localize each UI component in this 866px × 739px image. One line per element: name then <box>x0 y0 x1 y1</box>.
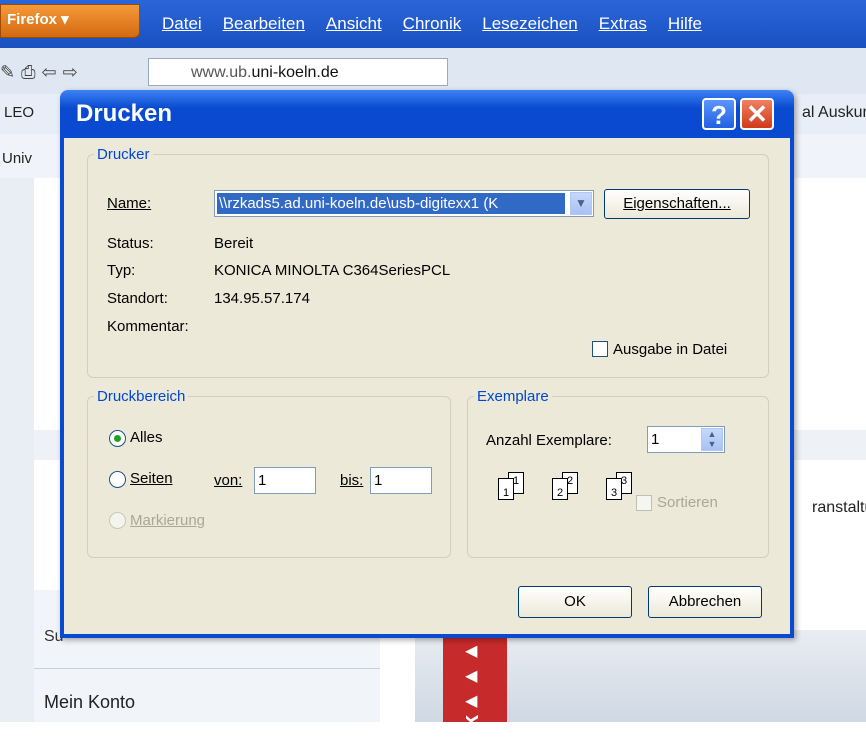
collate-label[interactable]: Sortieren <box>657 494 718 511</box>
status-label: Status: <box>107 235 154 252</box>
copies-count-input[interactable]: 1 ▲ ▼ <box>647 426 725 453</box>
print-to-file-checkbox[interactable] <box>592 341 608 357</box>
copies-legend: Exemplare <box>477 388 549 405</box>
range-all-label[interactable]: Alles <box>130 429 163 446</box>
status-value: Bereit <box>214 235 254 252</box>
type-value: KONICA MINOLTA C364SeriesPCL <box>214 262 451 279</box>
print-range-legend: Druckbereich <box>97 388 186 405</box>
from-page-input[interactable]: 1 <box>254 467 316 494</box>
printer-group-legend: Drucker <box>97 146 150 163</box>
page-left-margin <box>0 178 34 722</box>
help-button[interactable]: ? <box>702 98 736 130</box>
printer-name-value: \\rzkads5.ad.uni-koeln.de\usb-digitexx1 … <box>217 193 565 214</box>
to-label: bis: <box>340 472 364 489</box>
printer-name-select[interactable]: \\rzkads5.ad.uni-koeln.de\usb-digitexx1 … <box>214 190 594 217</box>
dialog-title: Drucken <box>76 100 173 127</box>
bookmark-auskunft[interactable]: al Auskur <box>802 104 866 122</box>
printer-name-label: Name: <box>107 195 152 212</box>
to-page-input[interactable]: 1 <box>370 467 432 494</box>
chevron-down-icon[interactable]: ▼ <box>570 192 592 215</box>
library-logo-text: ek▸▸▸ <box>458 640 483 739</box>
dialog-body: Drucker Name: \\rzkads5.ad.uni-koeln.de\… <box>64 138 790 634</box>
cancel-button[interactable]: Abbrechen <box>648 586 762 618</box>
from-label: von: <box>214 472 243 489</box>
copies-count-label: Anzahl Exemplare: <box>486 432 612 449</box>
page-icon: 2 <box>552 478 568 500</box>
range-all-radio[interactable] <box>109 430 126 447</box>
comment-label: Kommentar: <box>107 318 189 335</box>
firefox-menu-button[interactable]: Firefox ▾ <box>0 4 140 38</box>
location-value: 134.95.57.174 <box>214 290 310 307</box>
url-host: uni-koeln.de <box>251 64 339 81</box>
menu-ansicht[interactable]: Ansicht <box>326 14 382 34</box>
tab-univ[interactable]: Univ <box>2 150 32 167</box>
page-icon: 1 <box>498 478 514 500</box>
range-selection-label[interactable]: Markierung <box>130 512 205 529</box>
ok-button[interactable]: OK <box>518 586 632 618</box>
menu-bearbeiten[interactable]: Bearbeiten <box>223 14 305 34</box>
page-veranstaltung-text[interactable]: ranstaltu <box>812 499 866 517</box>
page-icon: 3 <box>606 478 622 500</box>
browser-menu: Datei Bearbeiten Ansicht Chronik Lesezei… <box>162 14 723 34</box>
print-dialog: Drucken ? ✕ Drucker Name: \\rzkads5.ad.u… <box>60 90 794 638</box>
copies-count-value: 1 <box>651 431 660 448</box>
sidebar-divider <box>34 668 380 669</box>
url-prefix: www.ub. <box>191 64 252 81</box>
spinner-arrows-icon[interactable]: ▲ ▼ <box>701 428 723 451</box>
menu-chronik[interactable]: Chronik <box>403 14 462 34</box>
menu-hilfe[interactable]: Hilfe <box>668 14 702 34</box>
close-button[interactable]: ✕ <box>740 98 774 130</box>
menu-lesezeichen[interactable]: Lesezeichen <box>482 14 577 34</box>
type-label: Typ: <box>107 262 136 279</box>
print-icon[interactable]: ✎⎙⇦⇨ <box>0 62 84 83</box>
range-pages-label[interactable]: Seiten <box>130 470 173 487</box>
print-to-file-label[interactable]: Ausgabe in Datei <box>613 341 727 358</box>
menu-extras[interactable]: Extras <box>599 14 647 34</box>
range-selection-radio[interactable] <box>109 512 126 529</box>
url-bar[interactable]: www.ub.uni-koeln.de <box>148 58 448 86</box>
menu-datei[interactable]: Datei <box>162 14 202 34</box>
bookmark-leo[interactable]: LEO <box>4 104 34 121</box>
location-label: Standort: <box>107 290 168 307</box>
range-pages-radio[interactable] <box>109 471 126 488</box>
properties-button[interactable]: Eigenschaften... <box>604 189 750 219</box>
properties-button-label: Eigenschaften... <box>623 195 731 212</box>
sidebar-my-account[interactable]: Mein Konto <box>44 692 135 713</box>
collate-checkbox[interactable] <box>636 495 652 511</box>
